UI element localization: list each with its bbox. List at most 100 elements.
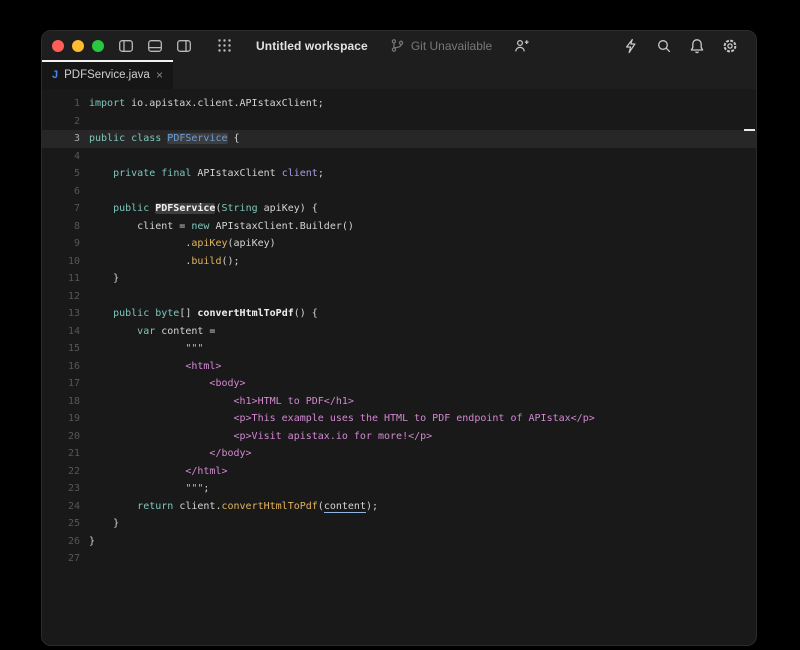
code-line[interactable]: 17 <body> — [42, 375, 756, 393]
code-line[interactable]: 11 } — [42, 270, 756, 288]
code-text: """; — [89, 480, 209, 498]
line-number: 26 — [42, 533, 80, 551]
line-number: 10 — [42, 253, 80, 271]
code-line[interactable]: 25 } — [42, 515, 756, 533]
code-text: } — [89, 533, 95, 551]
run-lightning-icon[interactable] — [623, 38, 639, 54]
line-number: 5 — [42, 165, 80, 183]
collaborate-icon[interactable] — [514, 38, 530, 54]
code-text: <body> — [89, 375, 246, 393]
code-editor[interactable]: 1 import io.apistax.client.APIstaxClient;… — [42, 89, 756, 646]
code-line[interactable]: 18 <h1>HTML to PDF</h1> — [42, 393, 756, 411]
code-text: .build(); — [89, 253, 240, 271]
line-number: 27 — [42, 550, 80, 568]
search-icon[interactable] — [656, 38, 672, 54]
line-number: 22 — [42, 463, 80, 481]
code-line[interactable]: 21 </body> — [42, 445, 756, 463]
code-text: <h1>HTML to PDF</h1> — [89, 393, 354, 411]
code-line[interactable]: 3 public class PDFService { — [42, 130, 756, 148]
panel-bottom-icon[interactable] — [147, 38, 163, 54]
line-number: 18 — [42, 393, 80, 411]
code-line[interactable]: 8 client = new APIstaxClient.Builder() — [42, 218, 756, 236]
line-number: 1 — [42, 95, 80, 113]
code-line[interactable]: 16 <html> — [42, 358, 756, 376]
traffic-lights — [52, 40, 104, 52]
code-line[interactable]: 27 — [42, 550, 756, 568]
code-line[interactable]: 7 public PDFService(String apiKey) { — [42, 200, 756, 218]
git-branch-icon — [390, 38, 405, 53]
line-number: 15 — [42, 340, 80, 358]
code-line[interactable]: 20 <p>Visit apistax.io for more!</p> — [42, 428, 756, 446]
code-text: """ — [89, 340, 203, 358]
line-number: 20 — [42, 428, 80, 446]
line-number: 8 — [42, 218, 80, 236]
code-text: public class PDFService { — [89, 130, 240, 148]
code-line[interactable]: 5 private final APIstaxClient client; — [42, 165, 756, 183]
line-number: 7 — [42, 200, 80, 218]
workspace-grid-icon[interactable] — [217, 38, 232, 53]
scrollbar-caret-marker — [744, 129, 755, 131]
code-text: private final APIstaxClient client; — [89, 165, 324, 183]
code-text: public PDFService(String apiKey) { — [89, 200, 318, 218]
close-window-button[interactable] — [52, 40, 64, 52]
panel-right-icon[interactable] — [176, 38, 192, 54]
code-line[interactable]: 23 """; — [42, 480, 756, 498]
code-text: } — [89, 270, 119, 288]
tab-pdfservice-java[interactable]: J PDFService.java × — [42, 60, 173, 89]
tab-bar: J PDFService.java × — [42, 60, 756, 89]
code-line[interactable]: 26} — [42, 533, 756, 551]
settings-icon[interactable] — [722, 38, 738, 54]
code-text: <p>This example uses the HTML to PDF end… — [89, 410, 595, 428]
code-line[interactable]: 1 import io.apistax.client.APIstaxClient; — [42, 95, 756, 113]
line-number: 2 — [42, 113, 80, 131]
code-line[interactable]: 10 .build(); — [42, 253, 756, 271]
line-number: 11 — [42, 270, 80, 288]
line-number: 17 — [42, 375, 80, 393]
code-line[interactable]: 12 — [42, 288, 756, 306]
active-tab-indicator — [42, 60, 173, 62]
code-text: } — [89, 515, 119, 533]
java-file-icon: J — [52, 69, 58, 81]
code-text: </body> — [89, 445, 252, 463]
git-status-label: Git Unavailable — [411, 39, 492, 53]
tab-label: PDFService.java — [64, 69, 150, 81]
code-text: import io.apistax.client.APIstaxClient; — [89, 95, 324, 113]
panel-left-icon[interactable] — [118, 38, 134, 54]
tab-close-icon[interactable]: × — [156, 69, 163, 81]
notifications-icon[interactable] — [689, 38, 705, 54]
code-text: <p>Visit apistax.io for more!</p> — [89, 428, 432, 446]
code-text: return client.convertHtmlToPdf(content); — [89, 498, 378, 516]
code-text: client = new APIstaxClient.Builder() — [89, 218, 354, 236]
code-line[interactable]: 6 — [42, 183, 756, 201]
code-text: public byte[] convertHtmlToPdf() { — [89, 305, 318, 323]
code-text: <html> — [89, 358, 221, 376]
line-number: 21 — [42, 445, 80, 463]
line-number: 4 — [42, 148, 80, 166]
line-number: 6 — [42, 183, 80, 201]
code-text: </html> — [89, 463, 227, 481]
minimize-window-button[interactable] — [72, 40, 84, 52]
code-line[interactable]: 22 </html> — [42, 463, 756, 481]
code-line[interactable]: 4 — [42, 148, 756, 166]
line-number: 14 — [42, 323, 80, 341]
line-number: 24 — [42, 498, 80, 516]
code-text: .apiKey(apiKey) — [89, 235, 276, 253]
line-number: 23 — [42, 480, 80, 498]
code-line[interactable]: 2 — [42, 113, 756, 131]
line-number: 16 — [42, 358, 80, 376]
line-number: 25 — [42, 515, 80, 533]
code-line[interactable]: 19 <p>This example uses the HTML to PDF … — [42, 410, 756, 428]
code-line[interactable]: 24 return client.convertHtmlToPdf(conten… — [42, 498, 756, 516]
line-number: 9 — [42, 235, 80, 253]
workspace-title[interactable]: Untitled workspace — [256, 39, 368, 53]
code-line[interactable]: 13 public byte[] convertHtmlToPdf() { — [42, 305, 756, 323]
git-status[interactable]: Git Unavailable — [390, 38, 492, 53]
code-line[interactable]: 15 """ — [42, 340, 756, 358]
code-line[interactable]: 9 .apiKey(apiKey) — [42, 235, 756, 253]
line-number: 13 — [42, 305, 80, 323]
code-text: var content = — [89, 323, 215, 341]
line-number: 3 — [42, 130, 80, 148]
zoom-window-button[interactable] — [92, 40, 104, 52]
fleet-window: Untitled workspace Git Unavailable — [41, 30, 757, 646]
code-line[interactable]: 14 var content = — [42, 323, 756, 341]
